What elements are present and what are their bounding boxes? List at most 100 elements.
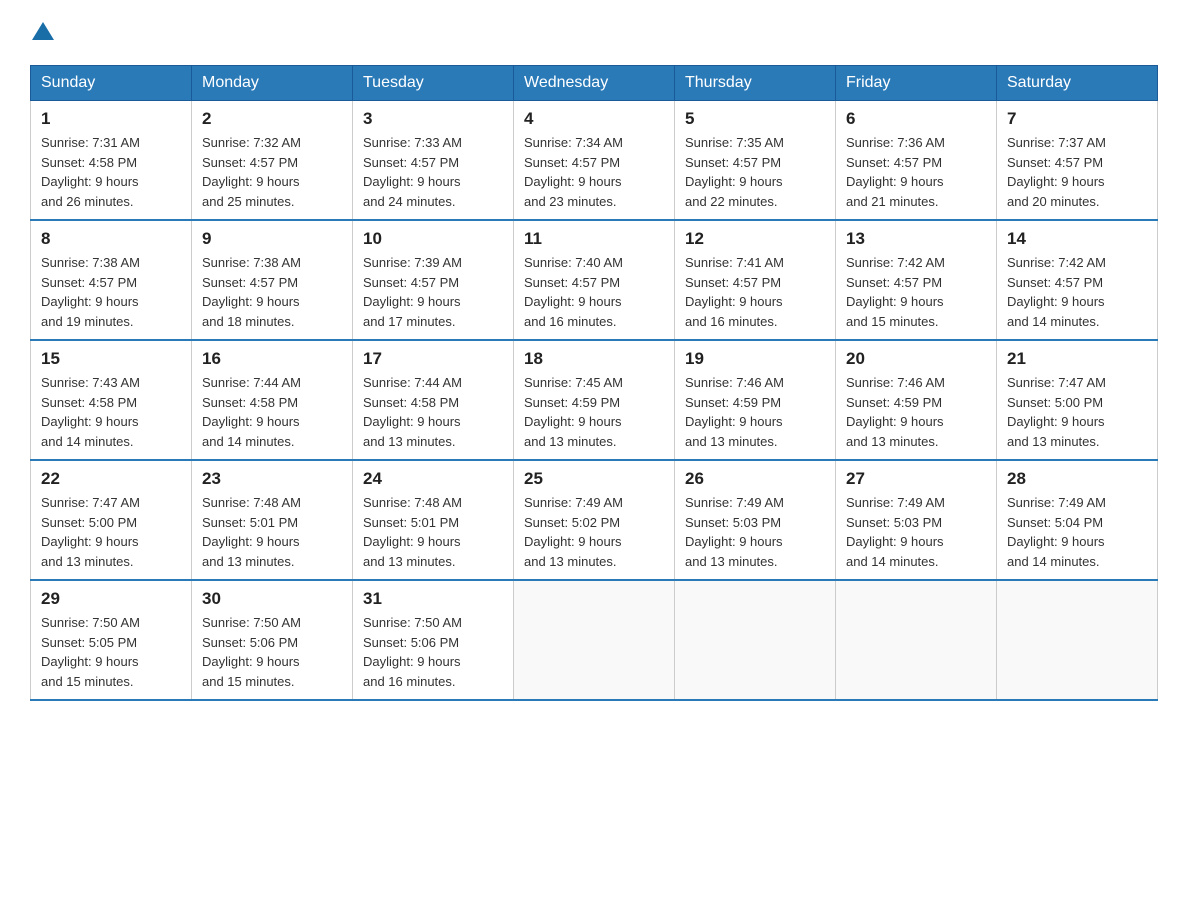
- calendar-cell: [997, 580, 1158, 700]
- day-number: 28: [1007, 469, 1147, 489]
- calendar-cell: [675, 580, 836, 700]
- calendar-cell: 28 Sunrise: 7:49 AMSunset: 5:04 PMDayligh…: [997, 460, 1158, 580]
- calendar-cell: 22 Sunrise: 7:47 AMSunset: 5:00 PMDayligh…: [31, 460, 192, 580]
- calendar-cell: 10 Sunrise: 7:39 AMSunset: 4:57 PMDayligh…: [353, 220, 514, 340]
- calendar-cell: 30 Sunrise: 7:50 AMSunset: 5:06 PMDayligh…: [192, 580, 353, 700]
- calendar-cell: 21Sunrise: 7:47 AMSunset: 5:00 PMDayligh…: [997, 340, 1158, 460]
- day-number: 30: [202, 589, 342, 609]
- logo-triangle-icon: [32, 22, 54, 40]
- day-number: 31: [363, 589, 503, 609]
- column-header-monday: Monday: [192, 66, 353, 101]
- day-info: Sunrise: 7:49 AMSunset: 5:04 PMDaylight:…: [1007, 493, 1147, 571]
- day-number: 9: [202, 229, 342, 249]
- day-number: 1: [41, 109, 181, 129]
- calendar-cell: 17Sunrise: 7:44 AMSunset: 4:58 PMDayligh…: [353, 340, 514, 460]
- calendar-cell: 11 Sunrise: 7:40 AMSunset: 4:57 PMDayligh…: [514, 220, 675, 340]
- day-info: Sunrise: 7:38 AMSunset: 4:57 PMDaylight:…: [202, 253, 342, 331]
- calendar-cell: 6Sunrise: 7:36 AMSunset: 4:57 PMDaylight…: [836, 101, 997, 221]
- calendar-week-row: 22 Sunrise: 7:47 AMSunset: 5:00 PMDayligh…: [31, 460, 1158, 580]
- day-number: 13: [846, 229, 986, 249]
- day-info: Sunrise: 7:33 AMSunset: 4:57 PMDaylight:…: [363, 133, 503, 211]
- day-number: 11: [524, 229, 664, 249]
- day-number: 18: [524, 349, 664, 369]
- day-info: Sunrise: 7:49 AMSunset: 5:03 PMDaylight:…: [685, 493, 825, 571]
- calendar-week-row: 1 Sunrise: 7:31 AMSunset: 4:58 PMDaylight…: [31, 101, 1158, 221]
- calendar-cell: 20 Sunrise: 7:46 AMSunset: 4:59 PMDayligh…: [836, 340, 997, 460]
- day-info: Sunrise: 7:43 AMSunset: 4:58 PMDaylight:…: [41, 373, 181, 451]
- calendar-week-row: 15 Sunrise: 7:43 AMSunset: 4:58 PMDayligh…: [31, 340, 1158, 460]
- column-header-sunday: Sunday: [31, 66, 192, 101]
- calendar-cell: 7 Sunrise: 7:37 AMSunset: 4:57 PMDaylight…: [997, 101, 1158, 221]
- day-number: 10: [363, 229, 503, 249]
- calendar-week-row: 8 Sunrise: 7:38 AMSunset: 4:57 PMDaylight…: [31, 220, 1158, 340]
- calendar-cell: 9 Sunrise: 7:38 AMSunset: 4:57 PMDaylight…: [192, 220, 353, 340]
- day-number: 22: [41, 469, 181, 489]
- day-number: 23: [202, 469, 342, 489]
- day-info: Sunrise: 7:42 AMSunset: 4:57 PMDaylight:…: [846, 253, 986, 331]
- calendar-cell: 18 Sunrise: 7:45 AMSunset: 4:59 PMDayligh…: [514, 340, 675, 460]
- day-info: Sunrise: 7:46 AMSunset: 4:59 PMDaylight:…: [685, 373, 825, 451]
- calendar-cell: 19 Sunrise: 7:46 AMSunset: 4:59 PMDayligh…: [675, 340, 836, 460]
- day-info: Sunrise: 7:50 AMSunset: 5:06 PMDaylight:…: [202, 613, 342, 691]
- day-info: Sunrise: 7:41 AMSunset: 4:57 PMDaylight:…: [685, 253, 825, 331]
- day-number: 2: [202, 109, 342, 129]
- calendar-cell: 12Sunrise: 7:41 AMSunset: 4:57 PMDayligh…: [675, 220, 836, 340]
- day-info: Sunrise: 7:36 AMSunset: 4:57 PMDaylight:…: [846, 133, 986, 211]
- day-info: Sunrise: 7:31 AMSunset: 4:58 PMDaylight:…: [41, 133, 181, 211]
- column-header-friday: Friday: [836, 66, 997, 101]
- calendar-cell: [514, 580, 675, 700]
- day-info: Sunrise: 7:49 AMSunset: 5:03 PMDaylight:…: [846, 493, 986, 571]
- day-number: 16: [202, 349, 342, 369]
- column-header-tuesday: Tuesday: [353, 66, 514, 101]
- day-number: 7: [1007, 109, 1147, 129]
- calendar-cell: 4 Sunrise: 7:34 AMSunset: 4:57 PMDaylight…: [514, 101, 675, 221]
- column-header-thursday: Thursday: [675, 66, 836, 101]
- calendar-cell: 3 Sunrise: 7:33 AMSunset: 4:57 PMDaylight…: [353, 101, 514, 221]
- day-info: Sunrise: 7:37 AMSunset: 4:57 PMDaylight:…: [1007, 133, 1147, 211]
- day-number: 8: [41, 229, 181, 249]
- logo: [30, 20, 54, 45]
- day-info: Sunrise: 7:50 AMSunset: 5:05 PMDaylight:…: [41, 613, 181, 691]
- day-info: Sunrise: 7:44 AMSunset: 4:58 PMDaylight:…: [202, 373, 342, 451]
- page-header: [30, 20, 1158, 45]
- day-number: 20: [846, 349, 986, 369]
- day-number: 3: [363, 109, 503, 129]
- calendar-cell: 29Sunrise: 7:50 AMSunset: 5:05 PMDayligh…: [31, 580, 192, 700]
- calendar-cell: 27 Sunrise: 7:49 AMSunset: 5:03 PMDayligh…: [836, 460, 997, 580]
- day-number: 25: [524, 469, 664, 489]
- day-number: 19: [685, 349, 825, 369]
- day-info: Sunrise: 7:42 AMSunset: 4:57 PMDaylight:…: [1007, 253, 1147, 331]
- calendar-table: SundayMondayTuesdayWednesdayThursdayFrid…: [30, 65, 1158, 701]
- day-info: Sunrise: 7:47 AMSunset: 5:00 PMDaylight:…: [41, 493, 181, 571]
- day-info: Sunrise: 7:47 AMSunset: 5:00 PMDaylight:…: [1007, 373, 1147, 451]
- day-info: Sunrise: 7:39 AMSunset: 4:57 PMDaylight:…: [363, 253, 503, 331]
- column-header-wednesday: Wednesday: [514, 66, 675, 101]
- day-info: Sunrise: 7:38 AMSunset: 4:57 PMDaylight:…: [41, 253, 181, 331]
- calendar-cell: 31Sunrise: 7:50 AMSunset: 5:06 PMDayligh…: [353, 580, 514, 700]
- calendar-cell: 16 Sunrise: 7:44 AMSunset: 4:58 PMDayligh…: [192, 340, 353, 460]
- day-info: Sunrise: 7:48 AMSunset: 5:01 PMDaylight:…: [363, 493, 503, 571]
- calendar-cell: 15 Sunrise: 7:43 AMSunset: 4:58 PMDayligh…: [31, 340, 192, 460]
- calendar-cell: [836, 580, 997, 700]
- day-info: Sunrise: 7:46 AMSunset: 4:59 PMDaylight:…: [846, 373, 986, 451]
- calendar-cell: 5Sunrise: 7:35 AMSunset: 4:57 PMDaylight…: [675, 101, 836, 221]
- day-number: 17: [363, 349, 503, 369]
- day-number: 24: [363, 469, 503, 489]
- calendar-week-row: 29Sunrise: 7:50 AMSunset: 5:05 PMDayligh…: [31, 580, 1158, 700]
- day-info: Sunrise: 7:45 AMSunset: 4:59 PMDaylight:…: [524, 373, 664, 451]
- day-number: 26: [685, 469, 825, 489]
- column-header-saturday: Saturday: [997, 66, 1158, 101]
- calendar-cell: 24 Sunrise: 7:48 AMSunset: 5:01 PMDayligh…: [353, 460, 514, 580]
- day-number: 5: [685, 109, 825, 129]
- day-number: 15: [41, 349, 181, 369]
- calendar-cell: 26 Sunrise: 7:49 AMSunset: 5:03 PMDayligh…: [675, 460, 836, 580]
- day-number: 27: [846, 469, 986, 489]
- day-number: 14: [1007, 229, 1147, 249]
- day-info: Sunrise: 7:34 AMSunset: 4:57 PMDaylight:…: [524, 133, 664, 211]
- day-info: Sunrise: 7:40 AMSunset: 4:57 PMDaylight:…: [524, 253, 664, 331]
- calendar-cell: 1 Sunrise: 7:31 AMSunset: 4:58 PMDaylight…: [31, 101, 192, 221]
- calendar-header-row: SundayMondayTuesdayWednesdayThursdayFrid…: [31, 66, 1158, 101]
- calendar-cell: 14 Sunrise: 7:42 AMSunset: 4:57 PMDayligh…: [997, 220, 1158, 340]
- calendar-cell: 25Sunrise: 7:49 AMSunset: 5:02 PMDayligh…: [514, 460, 675, 580]
- day-number: 4: [524, 109, 664, 129]
